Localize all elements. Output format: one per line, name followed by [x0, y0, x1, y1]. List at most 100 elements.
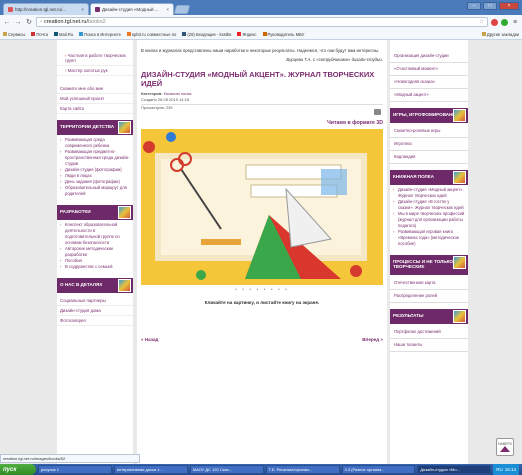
book-cover-illustration — [141, 128, 383, 285]
list-item[interactable]: Авторские методические разработки — [60, 246, 130, 258]
other-bookmarks[interactable]: Другие закладки — [481, 32, 519, 37]
sidebar-link[interactable]: Организация дизайн-студии — [390, 50, 468, 63]
block-title: Территории детства — [60, 124, 115, 129]
category-link[interactable]: Книжная полка — [164, 91, 192, 96]
url-field[interactable]: ▫ creation.tgl.net.ru/ books2 ☆ — [36, 17, 488, 27]
clock[interactable]: 15:14 — [505, 467, 516, 472]
menu-icon[interactable]: ≡ — [511, 19, 519, 26]
site-icon — [262, 32, 267, 36]
pagination: « Назад Вперед » — [141, 337, 383, 342]
article-title[interactable]: Дизайн-студия «Модный акцент». Журнал тв… — [141, 70, 383, 88]
sidebar-link[interactable]: Наши таланты — [390, 339, 468, 352]
print-icon[interactable] — [374, 109, 381, 115]
minimize-button[interactable]: – — [467, 2, 481, 10]
close-window-button[interactable]: × — [499, 2, 519, 10]
prev-link[interactable]: « Назад — [141, 337, 158, 342]
sidebar-link[interactable]: Игротека — [390, 138, 468, 151]
bookmark[interactable]: spb3.ru совместные по — [126, 31, 177, 37]
bookmark[interactable]: Руководитель МБУ — [262, 31, 305, 37]
bookmark-label: Сервисы — [8, 31, 26, 37]
scroll-to-top-button[interactable]: НАВЕРХ — [496, 438, 514, 456]
right-sidebar: Организация дизайн-студии «Счастливый мо… — [390, 40, 468, 464]
block-picture — [118, 121, 131, 134]
sidebar-link[interactable]: Отечественная карта — [390, 277, 468, 290]
intro-text: В книгах и журналах представлены наши на… — [141, 48, 380, 53]
sidebar-link[interactable]: «Счастливый момент» — [390, 63, 468, 76]
forward-arrow-icon[interactable]: → — [14, 19, 22, 26]
extension-icon[interactable] — [501, 18, 508, 26]
new-tab-button[interactable] — [173, 5, 191, 14]
block-header: Книжная полка — [390, 170, 468, 185]
url-path: books2 — [87, 19, 106, 25]
sidebar-link[interactable]: Скажите мне обо мне — [57, 84, 133, 94]
close-tab-icon[interactable]: × — [166, 7, 169, 12]
views-count: Просмотров: 239 — [141, 105, 173, 110]
favicon-icon — [8, 7, 13, 12]
close-tab-icon[interactable]: × — [81, 7, 84, 12]
bookmark-label: Руководитель МБУ — [267, 31, 305, 37]
bookmark-label: (29) Входящие - ksstbs — [187, 31, 232, 37]
start-button[interactable]: пуск — [0, 464, 36, 475]
bookmark[interactable]: Сервисы — [3, 32, 25, 37]
list-item[interactable]: Дизайн-студия «Модный акцент». Журнал тв… — [393, 187, 465, 199]
category-label: Категория: — [141, 91, 163, 96]
bookmark-label: spb3.ru совместные по — [131, 31, 177, 37]
list-item[interactable]: Конспект образовательной деятельности в … — [60, 222, 130, 246]
list-item[interactable]: Развивающая среда современного ребенка — [60, 137, 130, 149]
page-info-icon[interactable]: ▫ — [40, 19, 42, 25]
list-item[interactable]: Развивающая игровая книга «Времена года»… — [393, 229, 465, 247]
bookmark[interactable]: (29) Входящие - ksstbs — [182, 32, 231, 37]
bookmark-label: Яндекс — [242, 31, 257, 37]
mail-icon — [31, 32, 36, 36]
sidebar-link[interactable]: Портфолио достижений — [390, 326, 468, 339]
left-sidebar: Частная в работе творческих групп Мастер… — [57, 40, 133, 464]
bookmark-label: Поиск в Интернете — [84, 31, 121, 37]
tab-1[interactable]: http://creation.tgl.net.ru/... × — [3, 3, 89, 15]
maximize-button[interactable]: □ — [483, 2, 497, 10]
sidebar-link[interactable]: Фотогалерея — [57, 316, 133, 326]
bookmark[interactable]: Яндекс — [237, 31, 257, 37]
flipbook-image[interactable] — [141, 128, 383, 285]
sidebar-link[interactable]: Дизайн-студия дома — [57, 306, 133, 316]
tab-label: Дизайн-студия «Модный ... — [102, 7, 159, 12]
sidebar-link[interactable]: Карта сайта — [57, 104, 133, 114]
list-item[interactable]: Развивающая предметно-пространственная с… — [60, 149, 130, 167]
sidebar-link[interactable]: Сюжетно-ролевые игры — [390, 125, 468, 138]
sidebar-link[interactable]: Частная в работе творческих групп — [57, 51, 133, 66]
bookmark-label: Почта — [36, 31, 48, 37]
language-indicator[interactable]: RU — [496, 467, 503, 472]
sidebar-link[interactable]: Социальные партнеры — [57, 296, 133, 306]
sidebar-link[interactable]: Мой успешный проект — [57, 94, 133, 104]
block-title: Книжная полка — [393, 174, 434, 179]
sidebar-link[interactable]: «Модный акцент» — [390, 89, 468, 102]
taskbar-item[interactable]: рисунок 1 — [38, 465, 112, 474]
sidebar-link[interactable]: «Новогодняя сказка» — [390, 76, 468, 89]
list-item[interactable]: В содружестве с семьей — [60, 264, 130, 270]
bookmark-star-icon[interactable]: ☆ — [479, 19, 484, 25]
sidebar-link[interactable]: Кидландия — [390, 151, 468, 164]
reload-icon[interactable]: ↻ — [25, 18, 33, 26]
taskbar-item[interactable]: МАОУ ДС 120 Сказ... — [189, 465, 264, 474]
block-list: Дизайн-студия «Модный акцент». Журнал тв… — [390, 185, 468, 249]
flipbook-pager[interactable]: • • • • • • • • — [141, 287, 383, 293]
taskbar-item[interactable]: 3.3 (Разное организ... — [341, 465, 416, 474]
sidebar-link[interactable]: Распределение ролей — [390, 290, 468, 303]
extension-icon[interactable] — [491, 18, 498, 26]
apps-icon — [3, 32, 7, 36]
back-arrow-icon[interactable]: ← — [3, 19, 11, 26]
bookmark[interactable]: Поиск в Интернете — [79, 32, 121, 37]
search-icon — [79, 32, 84, 36]
tab-label: http://creation.tgl.net.ru/... — [15, 7, 67, 12]
taskbar-item[interactable]: интерактивная доска 1... — [113, 465, 188, 474]
bookmark[interactable]: Почта — [31, 32, 48, 37]
list-item[interactable]: Дизайн-студия «В гостях у сказки». Журна… — [393, 199, 465, 211]
list-item[interactable]: Образовательный маршрут для родителей — [60, 185, 130, 197]
bookmark[interactable]: Mail.Ru — [54, 32, 73, 37]
taskbar-item[interactable]: Дизайн-студия «Мо... — [417, 465, 492, 474]
sidebar-link[interactable]: Мастер золотых рук — [57, 66, 133, 76]
list-item[interactable]: Мы в мире творческих профессий (журнал д… — [393, 211, 465, 229]
block-picture — [453, 109, 466, 122]
taskbar-item[interactable]: Т.Е. Решение/организ... — [265, 465, 340, 474]
next-link[interactable]: Вперед » — [362, 337, 383, 342]
tab-2[interactable]: Дизайн-студия «Модный ... × — [90, 3, 174, 15]
